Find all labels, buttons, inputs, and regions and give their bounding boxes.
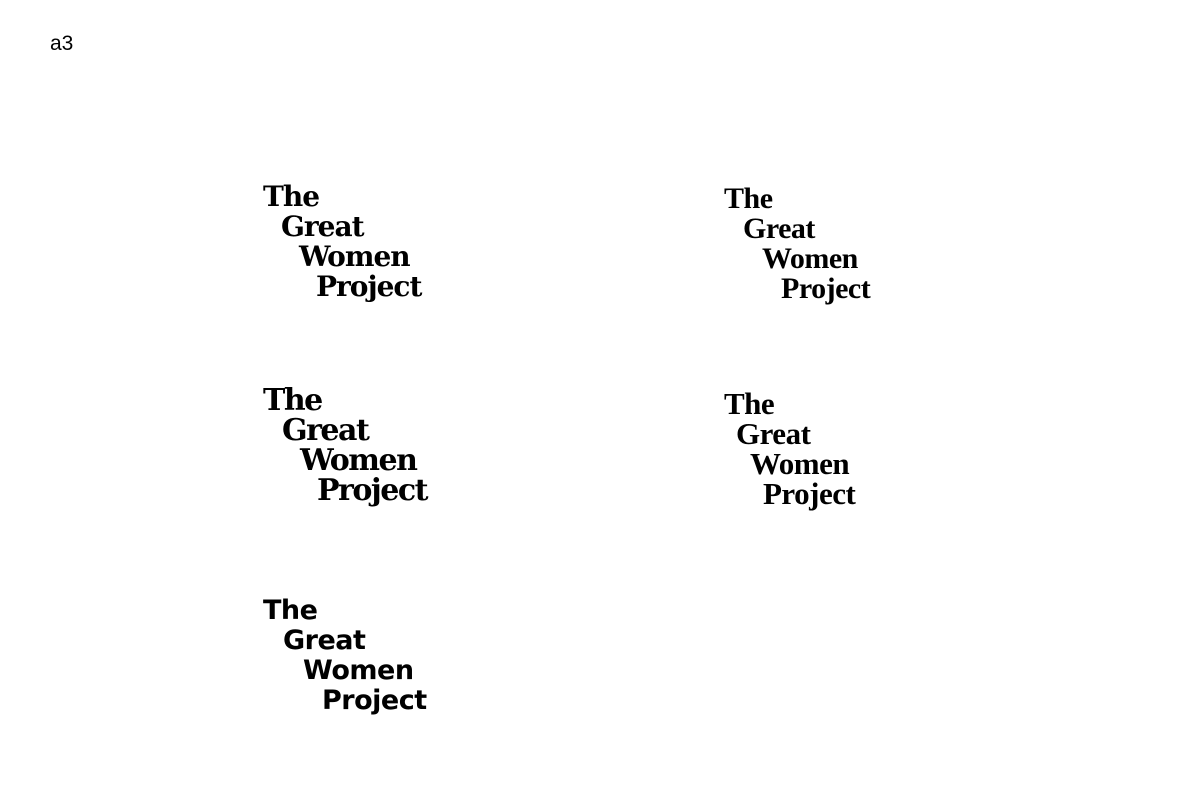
- page-label: a3: [50, 32, 74, 55]
- logo-line-women: Women: [762, 242, 858, 275]
- logo-line-the: The: [263, 180, 320, 213]
- logo-line-the: The: [263, 595, 318, 626]
- logo-line-women: Women: [300, 443, 418, 478]
- logo-line-project: Project: [763, 476, 856, 511]
- logo-line-project: Project: [316, 270, 422, 303]
- logo-line-great: Great: [743, 212, 815, 245]
- logo-line-great: Great: [283, 625, 366, 656]
- logo-line-women: Women: [303, 655, 414, 686]
- logo-variant-1: The Great Women Project: [263, 180, 422, 303]
- logo-variant-2: The Great Women Project: [724, 182, 871, 305]
- logo-variant-3: The Great Women Project: [263, 383, 428, 508]
- logo-line-project: Project: [781, 272, 871, 305]
- logo-line-great: Great: [736, 416, 811, 451]
- logo-line-the: The: [724, 386, 775, 421]
- logo-variant-4: The Great Women Project: [724, 386, 856, 511]
- logo-line-project: Project: [322, 685, 427, 716]
- logo-line-the: The: [263, 383, 323, 418]
- logo-line-great: Great: [282, 413, 370, 448]
- logo-line-women: Women: [299, 240, 411, 273]
- logo-line-great: Great: [281, 210, 365, 243]
- logo-line-the: The: [724, 182, 773, 215]
- logo-line-project: Project: [317, 473, 428, 508]
- logo-variant-5: The Great Women Project: [263, 596, 427, 716]
- logo-line-women: Women: [750, 446, 850, 481]
